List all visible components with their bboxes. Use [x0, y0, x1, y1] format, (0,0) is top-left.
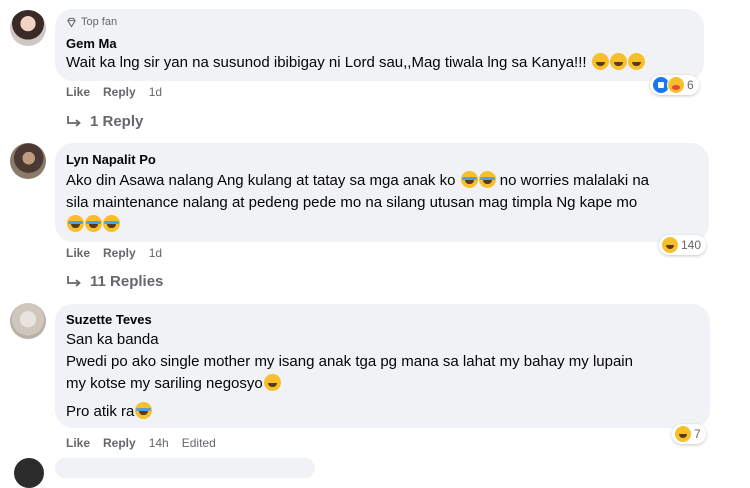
rofl-emoji-icon	[135, 402, 153, 419]
comment-timestamp[interactable]: 1d	[149, 85, 162, 99]
reply-button[interactable]: Reply	[103, 85, 136, 99]
haha-reaction-icon	[674, 425, 692, 443]
comment-actions: Like Reply 1d	[66, 85, 162, 99]
like-button[interactable]: Like	[66, 85, 90, 99]
avatar[interactable]	[10, 143, 46, 179]
laughing-tears-emoji-icon	[478, 171, 496, 188]
smiling-emoji-icon	[263, 374, 281, 391]
reply-button[interactable]: Reply	[103, 246, 136, 260]
comment-author[interactable]: Suzette Teves	[66, 312, 152, 327]
grinning-emoji-icon	[609, 53, 627, 70]
avatar[interactable]	[10, 10, 46, 46]
view-replies-button[interactable]: 1 Reply	[66, 113, 143, 130]
comment-author[interactable]: Gem Ma	[66, 36, 117, 51]
comment-text-line: Ako din Asawa nalang Ang kulang at tatay…	[66, 171, 650, 189]
reply-button[interactable]: Reply	[103, 436, 136, 450]
reaction-summary[interactable]: 7	[672, 424, 706, 444]
top-fan-badge: Top fan	[66, 16, 117, 28]
laughing-tears-emoji-icon	[85, 215, 102, 232]
care-reaction-icon	[667, 76, 685, 94]
replies-label: 1 Reply	[90, 113, 144, 130]
grinning-emoji-icon	[627, 53, 645, 70]
reaction-count: 7	[694, 427, 701, 441]
comment-text-line: Pro atik ra	[66, 401, 153, 423]
comment-emoji-line	[66, 214, 120, 236]
comment-text-line: my kotse my sariling negosyo	[66, 373, 281, 395]
reaction-summary[interactable]: 140	[659, 235, 707, 255]
like-button[interactable]: Like	[66, 436, 90, 450]
top-fan-label: Top fan	[81, 16, 118, 28]
comment-text-line: sila maintenance nalang at pedeng pede m…	[66, 194, 638, 211]
laughing-tears-emoji-icon	[67, 215, 84, 232]
laughing-tears-emoji-icon	[460, 171, 478, 188]
comment-actions: Like Reply 1d	[66, 246, 162, 260]
diamond-icon	[67, 17, 76, 28]
haha-reaction-icon	[661, 236, 679, 254]
comment-timestamp[interactable]: 14h	[149, 436, 169, 450]
comment-text: Wait ka lng sir yan na susunod ibibigay …	[66, 52, 645, 74]
comment-text-line: San ka banda	[66, 331, 159, 348]
comment-actions: Like Reply 14h Edited	[66, 436, 216, 450]
reaction-summary[interactable]: 6	[650, 75, 699, 95]
reaction-count: 140	[681, 238, 702, 252]
laughing-tears-emoji-icon	[103, 215, 120, 232]
view-replies-button[interactable]: 11 Replies	[66, 273, 163, 290]
comment-author[interactable]: Lyn Napalit Po	[66, 152, 156, 167]
reply-arrow-icon	[67, 115, 81, 127]
comment-text-line: Pwedi po ako single mother my isang anak…	[66, 353, 633, 370]
replies-label: 11 Replies	[90, 273, 164, 290]
edited-label[interactable]: Edited	[182, 436, 216, 450]
reply-arrow-icon	[67, 275, 81, 287]
grinning-emoji-icon	[591, 53, 609, 70]
avatar[interactable]	[10, 303, 46, 339]
reaction-count: 6	[687, 78, 694, 92]
avatar[interactable]	[14, 458, 44, 488]
like-button[interactable]: Like	[66, 246, 90, 260]
comment-bubble	[55, 458, 315, 478]
comment-timestamp[interactable]: 1d	[149, 246, 162, 260]
